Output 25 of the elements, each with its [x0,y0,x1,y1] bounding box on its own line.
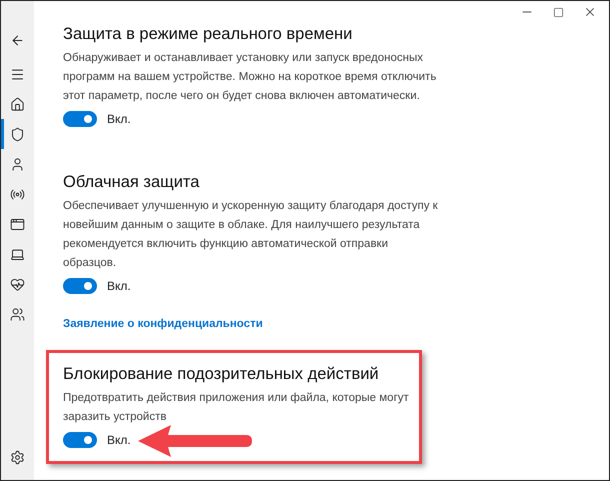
toggle-label: Вкл. [107,112,131,126]
toggle-switch[interactable] [63,432,97,448]
people-icon [10,306,25,322]
heart-icon [10,276,25,292]
section-description: Обеспечивает улучшенную и ускоренную защиту благодаря доступу к новейшим данным о защите в облаке. Для наилучшего результата рекомендуется включить функцию автоматической отправки образцов. [63,199,439,271]
window-icon [10,216,25,232]
back-icon [10,32,25,48]
person-icon [10,156,25,172]
privacy-link[interactable]: Заявление о конфиденциальности [63,318,263,330]
maximize-icon[interactable] [553,6,564,18]
menu-icon [10,66,25,82]
toggle-label: Вкл. [107,279,131,293]
settings-icon [10,450,25,464]
toggle-label: Вкл. [107,433,131,447]
antenna-icon [10,186,25,202]
section-description: Предотвратить действия приложения или файла, которые могут заразить устройств [63,391,410,425]
section-description: Обнаруживает и останавливает установку или запуск вредоносных программ на вашем устройстве. Можно на короткое время отключить этот параметр, после чего он будет снова включен автоматически. [63,51,438,104]
home-icon [10,96,25,112]
toggle-switch[interactable] [63,278,97,294]
laptop-icon [10,246,25,262]
section-title: Защита в режиме реального времени [63,24,354,45]
toggle-switch[interactable] [63,111,97,127]
section-title: Блокирование подозрительных действий [63,364,380,385]
shield-icon [10,126,25,142]
section-title: Облачная защита [63,172,200,193]
